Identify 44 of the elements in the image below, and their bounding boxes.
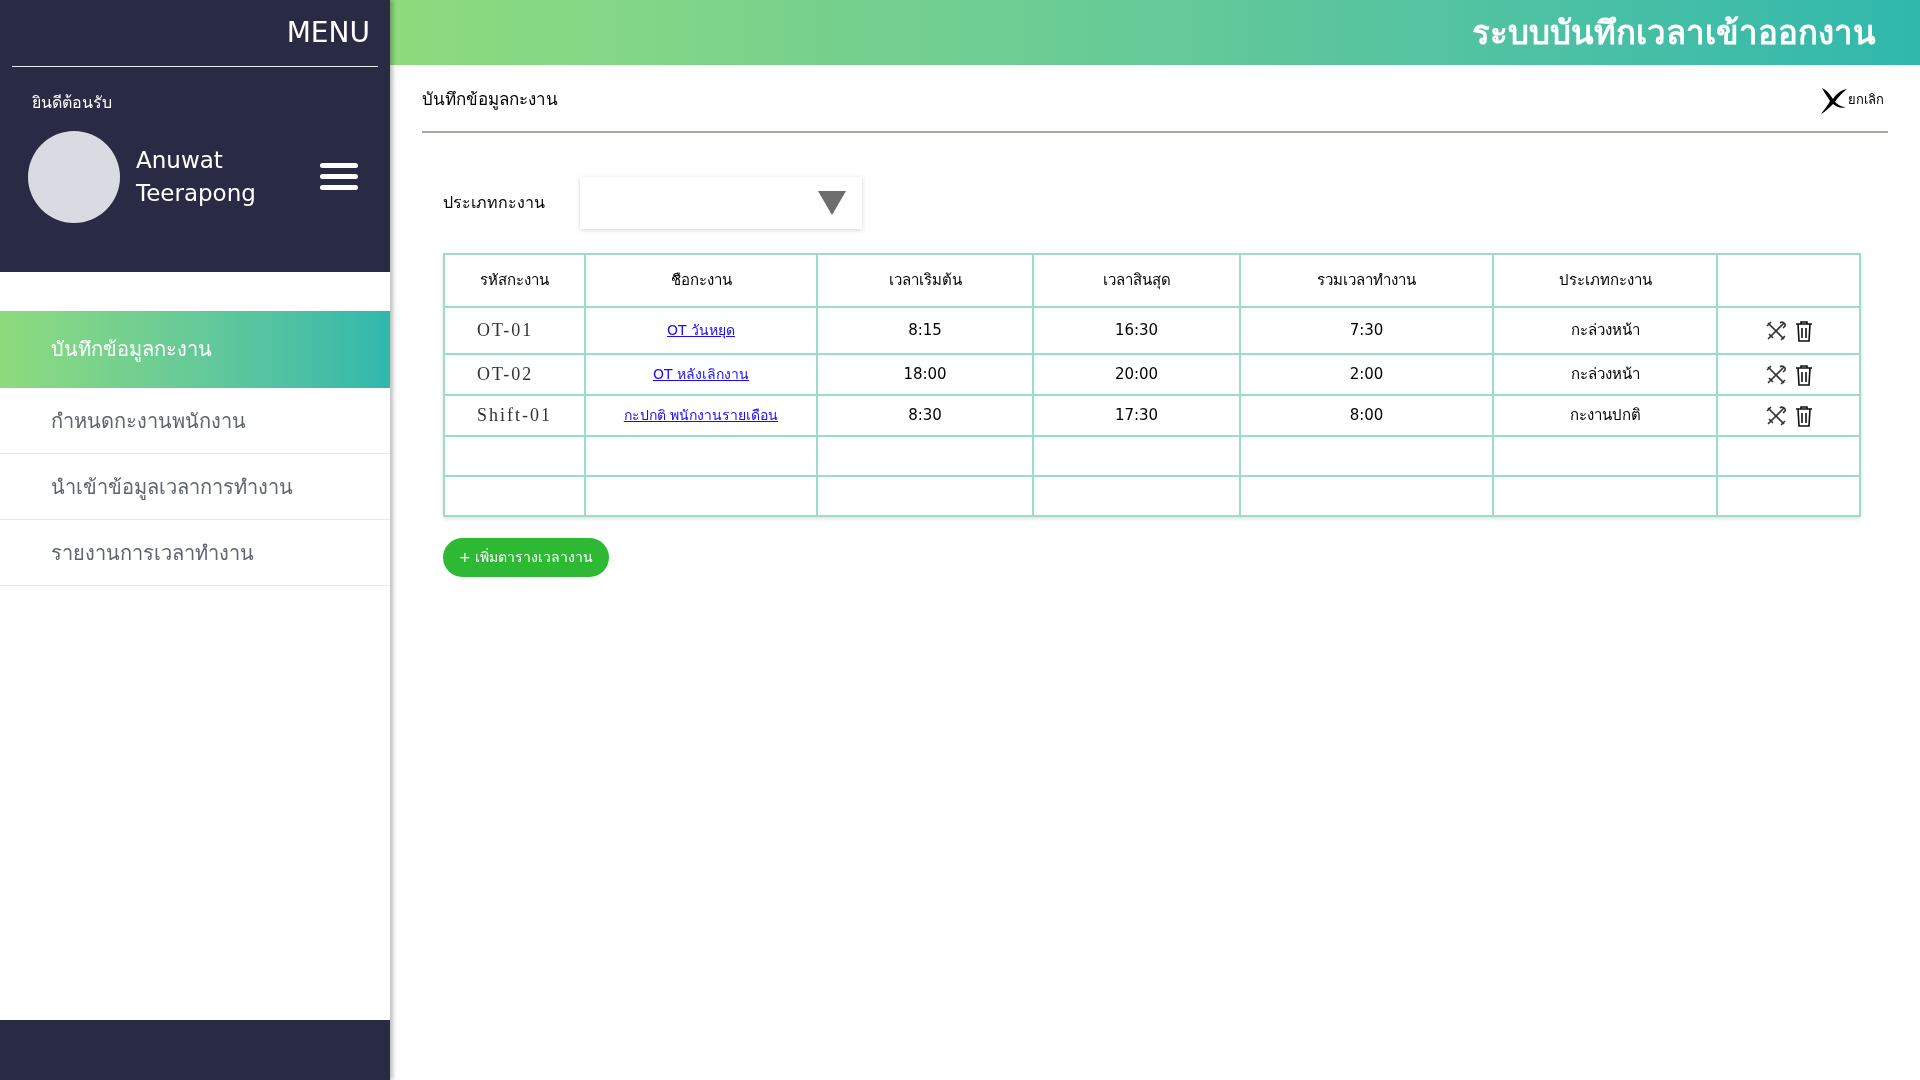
shift-code-cell: Shift-01 xyxy=(444,395,585,436)
shift-name-link[interactable]: OT หลังเลิกงาน xyxy=(653,366,749,383)
column-header: เวลาเริมต้น xyxy=(817,254,1033,307)
caret-icon xyxy=(818,191,846,215)
tools-icon[interactable] xyxy=(1764,404,1787,427)
start-time-cell: 18:00 xyxy=(817,354,1033,395)
total-time-cell: 8:00 xyxy=(1240,395,1493,436)
column-header: ชือกะงาน xyxy=(585,254,817,307)
trash-icon[interactable] xyxy=(1794,363,1813,386)
start-time-cell: 8:30 xyxy=(817,395,1033,436)
end-time-cell: 20:00 xyxy=(1033,354,1240,395)
cancel-button[interactable]: ยกเลิก xyxy=(1818,85,1884,115)
sidebar-item[interactable]: รายงานการเวลาทำงาน xyxy=(0,520,390,586)
filter-label: ประเภทกะงาน xyxy=(443,192,546,214)
menu-icon[interactable] xyxy=(320,163,358,191)
user-first-name: Anuwat xyxy=(136,146,224,175)
app-title: ระบบบันทึกเวลาเข้าออกงาน xyxy=(1472,11,1876,54)
menu-title: MENU xyxy=(286,15,370,51)
shift-type-dropdown[interactable] xyxy=(580,177,862,229)
tools-icon[interactable] xyxy=(1764,319,1787,342)
shift-code-cell: OT-02 xyxy=(444,354,585,395)
sidebar-item[interactable]: นำเข้าข้อมูลเวลาการทำงาน xyxy=(0,454,390,520)
tools-icon[interactable] xyxy=(1764,363,1787,386)
total-time-cell: 2:00 xyxy=(1240,354,1493,395)
shift-code-cell: OT-01 xyxy=(444,307,585,354)
page-title: บันทึกข้อมูลกะงาน xyxy=(422,88,558,112)
start-time-cell: 8:15 xyxy=(817,307,1033,354)
end-time-cell: 17:30 xyxy=(1033,395,1240,436)
column-header: รวมเวลาทำงาน xyxy=(1240,254,1493,307)
welcome-text: ยินดีต้อนรับ xyxy=(32,92,112,114)
user-last-name: Teerapong xyxy=(136,179,256,208)
shift-type-cell: กะล่วงหน้า xyxy=(1493,307,1717,354)
total-time-cell: 7:30 xyxy=(1240,307,1493,354)
shift-type-cell: กะงานปกติ xyxy=(1493,395,1717,436)
column-header: รหัสกะงาน xyxy=(444,254,585,307)
trash-icon[interactable] xyxy=(1794,404,1813,427)
shift-name-link[interactable]: OT วันหยุด xyxy=(667,322,735,339)
end-time-cell: 16:30 xyxy=(1033,307,1240,354)
close-icon xyxy=(1818,85,1848,115)
column-header: เวลาสินสุด xyxy=(1033,254,1240,307)
column-header: ประเภทกะงาน xyxy=(1493,254,1717,307)
shift-type-cell: กะล่วงหน้า xyxy=(1493,354,1717,395)
sidebar-item[interactable]: กำหนดกะงานพนักงาน xyxy=(0,388,390,454)
trash-icon[interactable] xyxy=(1794,319,1813,342)
